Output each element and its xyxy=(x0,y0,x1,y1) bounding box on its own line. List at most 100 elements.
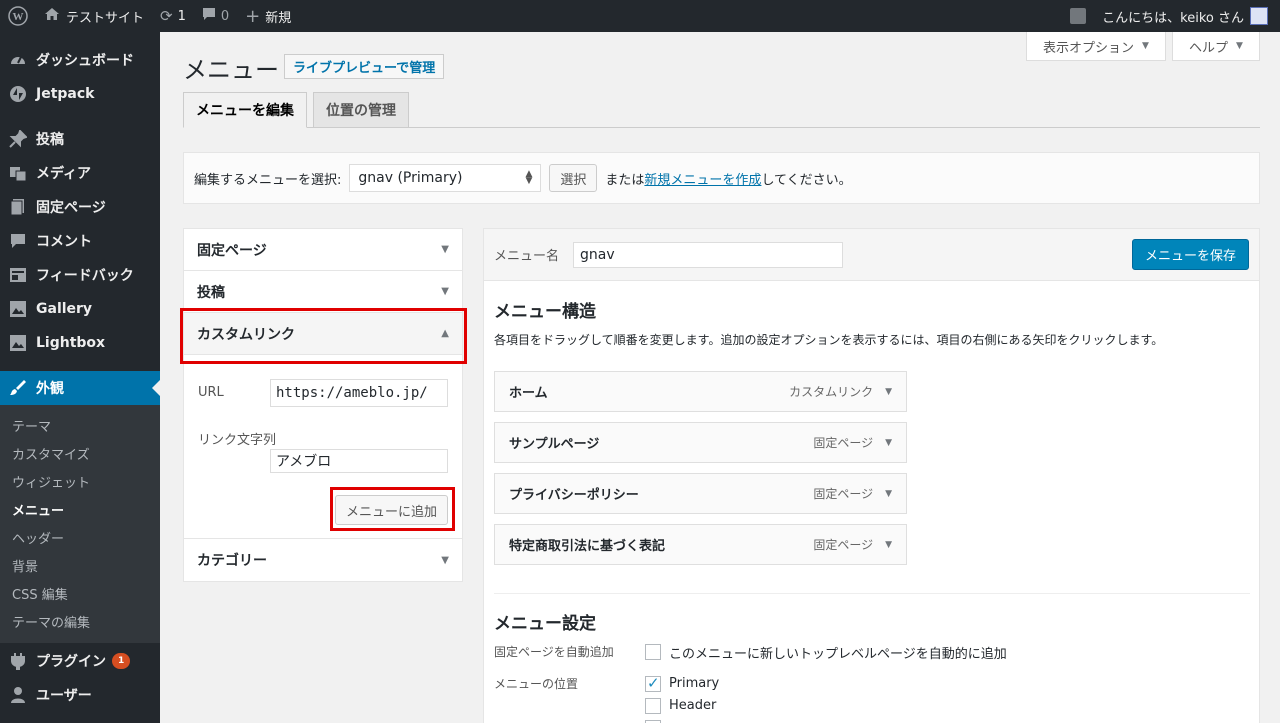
select-arrows-icon: ▲ ▼ xyxy=(525,169,533,186)
triangle-down-icon[interactable]: ▼ xyxy=(885,387,892,397)
media-icon xyxy=(8,163,28,183)
sidebar-item-label: 固定ページ xyxy=(36,200,106,216)
gallery-icon xyxy=(8,299,28,319)
sidebar-item-media[interactable]: メディア xyxy=(0,156,160,190)
tab-manage-locations[interactable]: 位置の管理 xyxy=(313,92,409,128)
sidebar-item-plugins[interactable]: プラグイン 1 xyxy=(0,644,160,678)
pin-icon xyxy=(8,129,28,149)
menu-structure-desc: 各項目をドラッグして順番を変更します。追加の設定オプションを表示するには、項目の… xyxy=(494,333,1164,347)
location-primary-checkbox[interactable] xyxy=(645,674,661,692)
sidebar-item-label: Lightbox xyxy=(36,335,106,351)
sidebar-item-label: Jetpack xyxy=(36,86,95,102)
accordion-title: カテゴリー xyxy=(197,553,267,569)
select-menu-label: 編集するメニューを選択: xyxy=(194,172,342,188)
appearance-submenu: テーマ カスタマイズ ウィジェット メニュー ヘッダー 背景 CSS 編集 テー… xyxy=(0,405,160,643)
submenu-background[interactable]: 背景 xyxy=(0,551,160,579)
updates-link[interactable]: ⟳ 1 xyxy=(152,0,194,32)
screen-options-label: 表示オプション xyxy=(1043,40,1135,56)
sidebar-item-appearance[interactable]: 外観 xyxy=(0,371,160,405)
triangle-down-icon[interactable]: ▼ xyxy=(885,540,892,550)
plugin-update-badge: 1 xyxy=(112,653,131,669)
submenu-widgets[interactable]: ウィジェット xyxy=(0,467,160,495)
sidebar-item-lightbox[interactable]: Lightbox xyxy=(0,326,160,360)
submenu-css[interactable]: CSS 編集 xyxy=(0,579,160,607)
url-input[interactable]: https://ameblo.jp/ xyxy=(270,379,448,407)
sidebar-item-jetpack[interactable]: Jetpack xyxy=(0,77,160,111)
account-menu[interactable]: こんにちは、keiko さん xyxy=(1094,0,1280,32)
greeting: こんにちは、keiko さん xyxy=(1102,10,1244,26)
help-label: ヘルプ xyxy=(1189,40,1229,56)
help-button[interactable]: ヘルプ ▼ xyxy=(1172,32,1260,61)
accordion-custom-links[interactable]: カスタムリンク ▲ xyxy=(184,313,462,355)
menu-item-row[interactable]: 特定商取引法に基づく表記 固定ページ ▼ xyxy=(494,524,907,565)
menu-item-row[interactable]: ホーム カスタムリンク ▼ xyxy=(494,371,907,412)
triangle-up-icon: ▲ xyxy=(441,328,449,339)
accordion-title: 投稿 xyxy=(197,284,225,301)
live-preview-button[interactable]: ライブプレビューで管理 xyxy=(284,54,445,79)
user-icon xyxy=(8,685,28,705)
menu-item-title: サンプルページ xyxy=(509,437,600,452)
sidebar-item-users[interactable]: ユーザー xyxy=(0,678,160,712)
menu-name-label: メニュー名 xyxy=(494,249,560,264)
menu-name-bar: メニュー名 gnav メニューを保存 xyxy=(484,229,1259,281)
nav-tabs: メニューを編集 位置の管理 xyxy=(183,92,415,128)
menu-item-type: 固定ページ xyxy=(813,538,874,552)
admin-sidebar: ダッシュボード Jetpack 投稿 メディア 固定ページ コメント フィードバ… xyxy=(0,32,160,723)
or-text: または xyxy=(605,172,645,188)
submenu-theme-editor[interactable]: テーマの編集 xyxy=(0,607,160,635)
sidebar-item-posts[interactable]: 投稿 xyxy=(0,122,160,156)
submenu-menus[interactable]: メニュー xyxy=(0,495,160,523)
comments-link[interactable]: 0 xyxy=(194,0,237,32)
settings-divider xyxy=(494,593,1250,594)
add-to-menu-button[interactable]: メニューに追加 xyxy=(334,495,448,525)
sidebar-item-pages[interactable]: 固定ページ xyxy=(0,190,160,224)
auto-add-checkbox[interactable] xyxy=(645,644,661,660)
sidebar-item-dashboard[interactable]: ダッシュボード xyxy=(0,43,160,77)
select-button[interactable]: 選択 xyxy=(549,164,598,192)
tab-edit-menus[interactable]: メニューを編集 xyxy=(183,92,307,128)
comments-count: 0 xyxy=(220,8,230,24)
sidebar-item-comments[interactable]: コメント xyxy=(0,224,160,258)
menu-item-row[interactable]: プライバシーポリシー 固定ページ ▼ xyxy=(494,473,907,514)
refresh-icon: ⟳ xyxy=(160,7,173,25)
menu-select[interactable]: gnav (Primary) ▲ ▼ xyxy=(349,164,542,192)
accordion-posts[interactable]: 投稿 ▼ xyxy=(184,271,462,313)
sidebar-item-feedback[interactable]: フィードバック xyxy=(0,258,160,292)
sidebar-item-label: 投稿 xyxy=(36,132,64,148)
new-label: 新規 xyxy=(265,10,292,26)
menu-item-title: プライバシーポリシー xyxy=(509,488,639,503)
comment-icon xyxy=(8,231,28,251)
screen-options-button[interactable]: 表示オプション ▼ xyxy=(1026,32,1166,61)
new-content-link[interactable]: + 新規 xyxy=(237,0,299,32)
menu-item-title: 特定商取引法に基づく表記 xyxy=(509,539,666,554)
custom-links-panel: URL https://ameblo.jp/ リンク文字列 アメブロ メニューに… xyxy=(184,355,462,539)
accordion-categories[interactable]: カテゴリー ▼ xyxy=(184,539,462,581)
site-name-link[interactable]: テストサイト xyxy=(36,0,152,32)
link-text-input[interactable]: アメブロ xyxy=(270,449,448,473)
wordpress-logo-icon[interactable]: W xyxy=(0,0,36,32)
menu-item-row[interactable]: サンプルページ 固定ページ ▼ xyxy=(494,422,907,463)
location-header-checkbox[interactable] xyxy=(645,698,661,714)
auto-add-label: 固定ページを自動追加 xyxy=(494,645,614,659)
save-menu-button[interactable]: メニューを保存 xyxy=(1131,239,1249,270)
menu-select-value: gnav (Primary) xyxy=(358,170,463,186)
accordion-pages[interactable]: 固定ページ ▼ xyxy=(184,229,462,271)
sidebar-item-label: 外観 xyxy=(36,381,64,397)
submenu-header[interactable]: ヘッダー xyxy=(0,523,160,551)
svg-text:W: W xyxy=(13,11,24,23)
submenu-customize[interactable]: カスタマイズ xyxy=(0,439,160,467)
add-menu-items-accordion: 固定ページ ▼ 投稿 ▼ カスタムリンク ▲ URL https://amebl… xyxy=(183,228,463,582)
triangle-down-icon[interactable]: ▼ xyxy=(885,438,892,448)
page-icon xyxy=(8,197,28,217)
sidebar-item-label: ユーザー xyxy=(36,688,92,704)
create-new-menu-link[interactable]: 新規メニューを作成 xyxy=(644,169,761,188)
menu-name-input[interactable]: gnav xyxy=(573,241,844,268)
location-header-label: Header xyxy=(669,698,717,713)
triangle-down-icon: ▼ xyxy=(441,244,449,255)
triangle-down-icon[interactable]: ▼ xyxy=(885,489,892,499)
triangle-down-icon: ▼ xyxy=(1142,41,1149,51)
sidebar-item-gallery[interactable]: Gallery xyxy=(0,292,160,326)
notification-icon[interactable] xyxy=(1062,0,1094,32)
select-menu-bar: 編集するメニューを選択: gnav (Primary) ▲ ▼ 選択 または 新規… xyxy=(183,152,1260,204)
submenu-themes[interactable]: テーマ xyxy=(0,411,160,439)
